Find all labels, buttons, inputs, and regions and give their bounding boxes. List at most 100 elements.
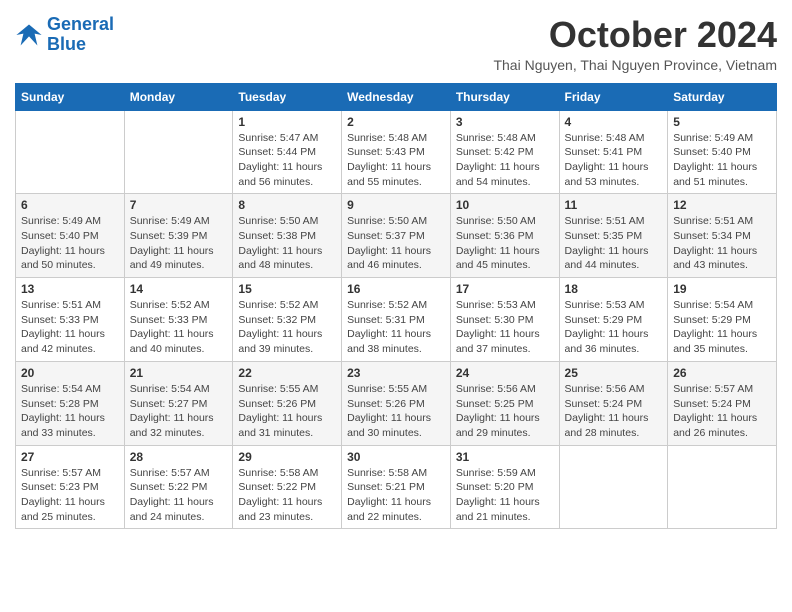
- day-cell: 6 Sunrise: 5:49 AMSunset: 5:40 PMDaylight…: [16, 194, 125, 278]
- day-info: Sunrise: 5:54 AMSunset: 5:29 PMDaylight:…: [673, 298, 771, 357]
- day-info: Sunrise: 5:51 AMSunset: 5:35 PMDaylight:…: [565, 214, 663, 273]
- week-row-4: 20 Sunrise: 5:54 AMSunset: 5:28 PMDayligh…: [16, 361, 777, 445]
- day-info: Sunrise: 5:48 AMSunset: 5:41 PMDaylight:…: [565, 131, 663, 190]
- day-number: 13: [21, 282, 119, 296]
- day-info: Sunrise: 5:54 AMSunset: 5:28 PMDaylight:…: [21, 382, 119, 441]
- day-cell: 19 Sunrise: 5:54 AMSunset: 5:29 PMDayligh…: [668, 278, 777, 362]
- logo-icon: [15, 21, 43, 49]
- day-cell: 13 Sunrise: 5:51 AMSunset: 5:33 PMDayligh…: [16, 278, 125, 362]
- day-info: Sunrise: 5:57 AMSunset: 5:24 PMDaylight:…: [673, 382, 771, 441]
- day-info: Sunrise: 5:49 AMSunset: 5:39 PMDaylight:…: [130, 214, 228, 273]
- weekday-header-friday: Friday: [559, 83, 668, 110]
- day-info: Sunrise: 5:53 AMSunset: 5:29 PMDaylight:…: [565, 298, 663, 357]
- day-cell: 24Sunrise: 5:56 AMSunset: 5:25 PMDayligh…: [450, 361, 559, 445]
- day-info: Sunrise: 5:48 AMSunset: 5:42 PMDaylight:…: [456, 131, 554, 190]
- day-cell: 27 Sunrise: 5:57 AMSunset: 5:23 PMDayligh…: [16, 445, 125, 529]
- day-cell: 7 Sunrise: 5:49 AMSunset: 5:39 PMDaylight…: [124, 194, 233, 278]
- day-number: 27: [21, 450, 119, 464]
- day-number: 22: [238, 366, 336, 380]
- week-row-2: 6 Sunrise: 5:49 AMSunset: 5:40 PMDaylight…: [16, 194, 777, 278]
- weekday-header-sunday: Sunday: [16, 83, 125, 110]
- week-row-5: 27 Sunrise: 5:57 AMSunset: 5:23 PMDayligh…: [16, 445, 777, 529]
- weekday-header-tuesday: Tuesday: [233, 83, 342, 110]
- day-info: Sunrise: 5:50 AMSunset: 5:38 PMDaylight:…: [238, 214, 336, 273]
- day-number: 3: [456, 115, 554, 129]
- day-cell: 28Sunrise: 5:57 AMSunset: 5:22 PMDayligh…: [124, 445, 233, 529]
- day-number: 26: [673, 366, 771, 380]
- weekday-header-wednesday: Wednesday: [342, 83, 451, 110]
- day-number: 11: [565, 198, 663, 212]
- day-cell: [124, 110, 233, 194]
- day-cell: 26 Sunrise: 5:57 AMSunset: 5:24 PMDayligh…: [668, 361, 777, 445]
- day-info: Sunrise: 5:50 AMSunset: 5:37 PMDaylight:…: [347, 214, 445, 273]
- day-number: 9: [347, 198, 445, 212]
- day-number: 2: [347, 115, 445, 129]
- day-info: Sunrise: 5:47 AMSunset: 5:44 PMDaylight:…: [238, 131, 336, 190]
- weekday-header-saturday: Saturday: [668, 83, 777, 110]
- day-cell: 12Sunrise: 5:51 AMSunset: 5:34 PMDayligh…: [668, 194, 777, 278]
- day-cell: 20 Sunrise: 5:54 AMSunset: 5:28 PMDayligh…: [16, 361, 125, 445]
- day-info: Sunrise: 5:51 AMSunset: 5:34 PMDaylight:…: [673, 214, 771, 273]
- day-cell: 11 Sunrise: 5:51 AMSunset: 5:35 PMDayligh…: [559, 194, 668, 278]
- day-number: 17: [456, 282, 554, 296]
- day-number: 10: [456, 198, 554, 212]
- day-number: 18: [565, 282, 663, 296]
- day-info: Sunrise: 5:49 AMSunset: 5:40 PMDaylight:…: [673, 131, 771, 190]
- day-cell: 15Sunrise: 5:52 AMSunset: 5:32 PMDayligh…: [233, 278, 342, 362]
- day-cell: 17 Sunrise: 5:53 AMSunset: 5:30 PMDayligh…: [450, 278, 559, 362]
- day-number: 16: [347, 282, 445, 296]
- day-cell: 9 Sunrise: 5:50 AMSunset: 5:37 PMDaylight…: [342, 194, 451, 278]
- title-section: October 2024 Thai Nguyen, Thai Nguyen Pr…: [493, 15, 777, 73]
- day-cell: 22 Sunrise: 5:55 AMSunset: 5:26 PMDayligh…: [233, 361, 342, 445]
- day-cell: 3 Sunrise: 5:48 AMSunset: 5:42 PMDaylight…: [450, 110, 559, 194]
- day-info: Sunrise: 5:54 AMSunset: 5:27 PMDaylight:…: [130, 382, 228, 441]
- day-cell: 29Sunrise: 5:58 AMSunset: 5:22 PMDayligh…: [233, 445, 342, 529]
- day-cell: 16Sunrise: 5:52 AMSunset: 5:31 PMDayligh…: [342, 278, 451, 362]
- day-number: 4: [565, 115, 663, 129]
- day-cell: 8 Sunrise: 5:50 AMSunset: 5:38 PMDaylight…: [233, 194, 342, 278]
- logo: General Blue: [15, 15, 114, 55]
- day-info: Sunrise: 5:57 AMSunset: 5:23 PMDaylight:…: [21, 466, 119, 525]
- logo-text: General Blue: [47, 15, 114, 55]
- day-number: 19: [673, 282, 771, 296]
- day-number: 5: [673, 115, 771, 129]
- day-number: 7: [130, 198, 228, 212]
- day-info: Sunrise: 5:53 AMSunset: 5:30 PMDaylight:…: [456, 298, 554, 357]
- day-number: 21: [130, 366, 228, 380]
- day-info: Sunrise: 5:59 AMSunset: 5:20 PMDaylight:…: [456, 466, 554, 525]
- day-info: Sunrise: 5:51 AMSunset: 5:33 PMDaylight:…: [21, 298, 119, 357]
- day-info: Sunrise: 5:52 AMSunset: 5:32 PMDaylight:…: [238, 298, 336, 357]
- day-number: 1: [238, 115, 336, 129]
- day-info: Sunrise: 5:58 AMSunset: 5:21 PMDaylight:…: [347, 466, 445, 525]
- week-row-3: 13 Sunrise: 5:51 AMSunset: 5:33 PMDayligh…: [16, 278, 777, 362]
- month-title: October 2024: [493, 15, 777, 55]
- day-cell: 21 Sunrise: 5:54 AMSunset: 5:27 PMDayligh…: [124, 361, 233, 445]
- weekday-header-thursday: Thursday: [450, 83, 559, 110]
- day-number: 25: [565, 366, 663, 380]
- calendar-table: SundayMondayTuesdayWednesdayThursdayFrid…: [15, 83, 777, 530]
- day-number: 8: [238, 198, 336, 212]
- day-cell: 30 Sunrise: 5:58 AMSunset: 5:21 PMDayligh…: [342, 445, 451, 529]
- day-number: 20: [21, 366, 119, 380]
- day-cell: [559, 445, 668, 529]
- day-cell: 5 Sunrise: 5:49 AMSunset: 5:40 PMDaylight…: [668, 110, 777, 194]
- day-cell: [16, 110, 125, 194]
- day-number: 28: [130, 450, 228, 464]
- day-info: Sunrise: 5:55 AMSunset: 5:26 PMDaylight:…: [238, 382, 336, 441]
- location-subtitle: Thai Nguyen, Thai Nguyen Province, Vietn…: [493, 57, 777, 73]
- day-info: Sunrise: 5:56 AMSunset: 5:25 PMDaylight:…: [456, 382, 554, 441]
- day-cell: 23Sunrise: 5:55 AMSunset: 5:26 PMDayligh…: [342, 361, 451, 445]
- day-number: 6: [21, 198, 119, 212]
- weekday-header-row: SundayMondayTuesdayWednesdayThursdayFrid…: [16, 83, 777, 110]
- day-cell: 14Sunrise: 5:52 AMSunset: 5:33 PMDayligh…: [124, 278, 233, 362]
- day-info: Sunrise: 5:56 AMSunset: 5:24 PMDaylight:…: [565, 382, 663, 441]
- day-cell: 25 Sunrise: 5:56 AMSunset: 5:24 PMDayligh…: [559, 361, 668, 445]
- weekday-header-monday: Monday: [124, 83, 233, 110]
- day-cell: 2Sunrise: 5:48 AMSunset: 5:43 PMDaylight…: [342, 110, 451, 194]
- day-number: 30: [347, 450, 445, 464]
- day-info: Sunrise: 5:58 AMSunset: 5:22 PMDaylight:…: [238, 466, 336, 525]
- day-cell: 4 Sunrise: 5:48 AMSunset: 5:41 PMDaylight…: [559, 110, 668, 194]
- day-cell: 10Sunrise: 5:50 AMSunset: 5:36 PMDayligh…: [450, 194, 559, 278]
- day-info: Sunrise: 5:49 AMSunset: 5:40 PMDaylight:…: [21, 214, 119, 273]
- page-header: General Blue October 2024 Thai Nguyen, T…: [15, 15, 777, 73]
